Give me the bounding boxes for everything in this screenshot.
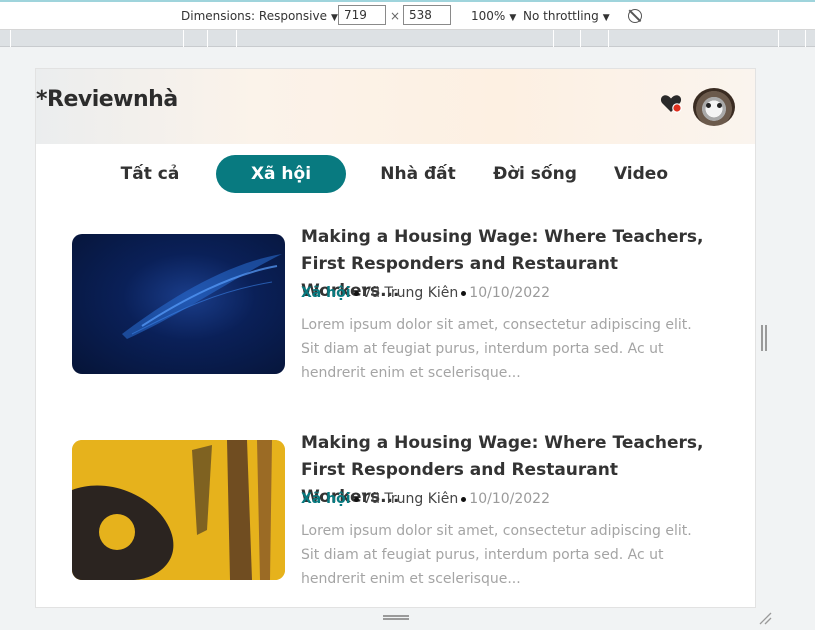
throttling-label: No throttling xyxy=(523,9,599,23)
resize-handle-right[interactable] xyxy=(761,325,767,351)
article-card[interactable]: Making a Housing Wage: Where Teachers, F… xyxy=(72,227,712,384)
zoom-label: 100% xyxy=(471,9,506,23)
chevron-down-icon: ▼ xyxy=(330,13,338,23)
devtools-toolbar: Dimensions: Responsive ▼ 719 × 538 100% ▼ … xyxy=(0,0,815,30)
tab-xa-hoi[interactable]: Xã hội xyxy=(216,155,346,193)
article-meta: Xã hội Vũ Trung Kiên 10/10/2022 xyxy=(301,285,550,301)
tab-nha-dat[interactable]: Nhà đất xyxy=(378,155,458,193)
resize-grip-icon[interactable] xyxy=(758,611,772,625)
notification-dot xyxy=(672,103,682,113)
article-thumbnail[interactable] xyxy=(72,234,285,374)
tab-doi-song[interactable]: Đời sống xyxy=(491,155,579,193)
tab-tat-ca[interactable]: Tất cả xyxy=(114,155,186,193)
article-category[interactable]: Xã hội xyxy=(301,285,351,301)
chevron-down-icon: ▼ xyxy=(602,13,610,23)
article-category[interactable]: Xã hội xyxy=(301,491,351,507)
article-date: 10/10/2022 xyxy=(469,491,550,507)
article-card[interactable]: Making a Housing Wage: Where Teachers, F… xyxy=(72,433,712,590)
article-excerpt: Lorem ipsum dolor sit amet, consectetur … xyxy=(301,523,692,587)
media-query-ruler xyxy=(0,30,815,47)
article-author: Vũ Trung Kiên xyxy=(361,285,459,301)
article-date: 10/10/2022 xyxy=(469,285,550,301)
article-author: Vũ Trung Kiên xyxy=(361,491,459,507)
category-tabs: Tất cả Xã hội Nhà đất Đời sống Video xyxy=(36,155,755,195)
width-input[interactable]: 719 xyxy=(338,5,386,25)
chevron-down-icon: ▼ xyxy=(509,13,517,23)
device-viewport: *Reviewnhà Tất cả Xã hội Nhà đất Đời sốn… xyxy=(36,69,755,607)
zoom-dropdown[interactable]: 100% ▼ xyxy=(471,9,516,23)
rotate-icon[interactable] xyxy=(628,9,642,23)
dimensions-label: Dimensions: Responsive xyxy=(181,9,327,23)
article-meta: Xã hội Vũ Trung Kiên 10/10/2022 xyxy=(301,491,550,507)
site-logo[interactable]: *Reviewnhà xyxy=(36,87,178,112)
tab-video[interactable]: Video xyxy=(611,155,671,193)
dimensions-dropdown[interactable]: Dimensions: Responsive ▼ xyxy=(181,9,338,23)
heart-icon[interactable] xyxy=(659,91,683,115)
resize-handle-bottom[interactable] xyxy=(383,615,409,620)
avatar[interactable] xyxy=(693,88,735,126)
throttling-dropdown[interactable]: No throttling ▼ xyxy=(523,9,610,23)
site-header: *Reviewnhà xyxy=(36,69,755,144)
article-excerpt: Lorem ipsum dolor sit amet, consectetur … xyxy=(301,317,692,381)
times-label: × xyxy=(390,9,401,23)
article-thumbnail[interactable] xyxy=(72,440,285,580)
height-input[interactable]: 538 xyxy=(403,5,451,25)
